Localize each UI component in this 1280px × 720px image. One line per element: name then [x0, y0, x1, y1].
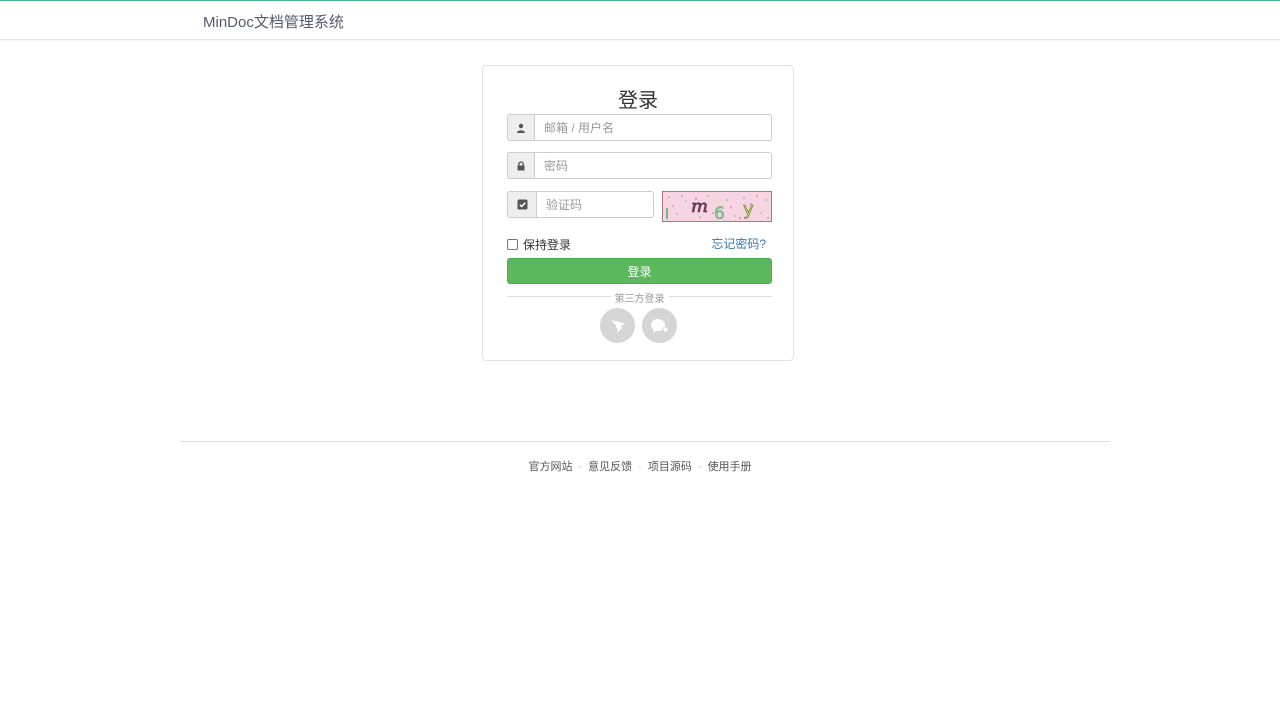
captcha-input[interactable] — [536, 191, 654, 218]
captcha-group — [507, 191, 654, 218]
footer-link-source[interactable]: 项目源码 — [648, 461, 692, 473]
login-panel: 登录 邮箱 / 用户名 验证码 m 6 y 保持登录 忘记密码? 登录 第三方登… — [482, 65, 794, 361]
remember-checkbox[interactable]: 保持登录 — [507, 236, 571, 253]
account-input[interactable] — [534, 114, 772, 141]
check-square-icon — [507, 191, 536, 218]
third-party-label: 第三方登录 — [610, 290, 669, 305]
lock-icon — [507, 152, 534, 179]
wechat-work-icon — [650, 318, 668, 333]
brand-link[interactable]: MinDoc文档管理系统 — [203, 11, 344, 32]
remember-label: 保持登录 — [523, 238, 572, 252]
login-title: 登录 — [618, 90, 658, 112]
captcha-char: m — [691, 196, 708, 217]
third-party-divider: 第三方登录 — [507, 290, 772, 305]
dingtalk-icon — [610, 319, 625, 333]
footer-separator: · — [578, 461, 583, 473]
login-button[interactable]: 登录 — [507, 258, 772, 284]
checkbox-box[interactable] — [507, 239, 518, 250]
captcha-char: y — [743, 199, 754, 220]
footer-link-manual[interactable]: 使用手册 — [708, 461, 752, 473]
user-icon — [507, 114, 534, 141]
account-group — [507, 114, 772, 141]
footer-link-official-site[interactable]: 官方网站 — [528, 461, 572, 473]
dingtalk-login-button[interactable] — [600, 308, 635, 343]
captcha-image[interactable]: m 6 y — [662, 191, 772, 222]
wechat-work-login-button[interactable] — [642, 308, 677, 343]
captcha-char: 6 — [714, 204, 725, 221]
password-input[interactable] — [534, 152, 772, 179]
top-navbar: MinDoc文档管理系统 — [0, 0, 1280, 40]
footer-separator: · — [697, 461, 702, 473]
footer-links: 官方网站 · 意见反馈 · 项目源码 · 使用手册 — [0, 458, 1280, 474]
footer-separator: · — [638, 461, 642, 473]
password-group — [507, 152, 772, 179]
footer-divider — [180, 441, 1110, 442]
forgot-password-link[interactable]: 忘记密码? — [711, 235, 766, 252]
footer-link-feedback[interactable]: 意见反馈 — [588, 461, 632, 473]
